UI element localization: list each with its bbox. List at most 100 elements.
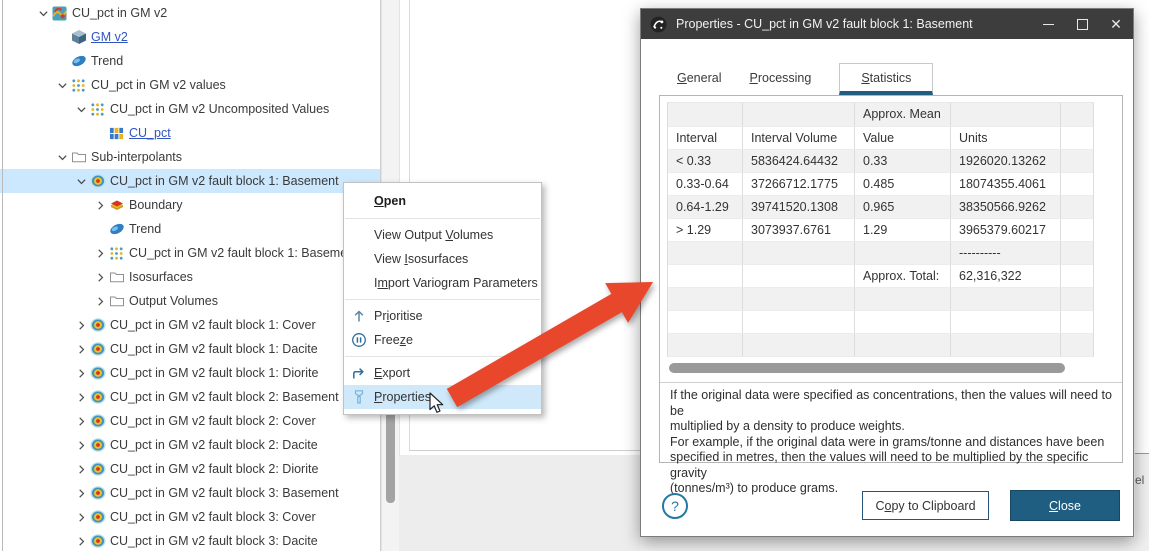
tree-item-trend[interactable]: Trend (0, 49, 381, 73)
tab-statistics[interactable]: Statistics (839, 63, 933, 95)
table-cell: Value (855, 127, 951, 150)
minimize-button[interactable] (1031, 9, 1065, 39)
table-cell: < 0.33 (668, 150, 743, 173)
chevron-collapsed-icon[interactable] (74, 413, 89, 429)
tab-processing[interactable]: Processing (749, 64, 811, 95)
table-cell: 62,316,322 (951, 265, 1061, 288)
tree-item-cu-pct-in-gm-v2-values[interactable]: CU_pct in GM v2 values (0, 73, 381, 97)
tree-item-sub-interpolants[interactable]: Sub-interpolants (0, 145, 381, 169)
tree-item-label: CU_pct in GM v2 fault block 2: Dacite (109, 438, 318, 452)
table-cell: > 1.29 (668, 219, 743, 242)
tree-item-cu-pct-in-gm-v2-fault-block-1-diorite[interactable]: CU_pct in GM v2 fault block 1: Diorite (0, 361, 381, 385)
tree-item-cu-pct-in-gm-v2-fault-block-3-cover[interactable]: CU_pct in GM v2 fault block 3: Cover (0, 505, 381, 529)
mnemonic-underline: o (885, 499, 892, 513)
mnemonic-underline: C (1049, 499, 1058, 513)
table-row (668, 311, 1094, 334)
chevron-collapsed-icon[interactable] (93, 269, 108, 285)
table-cell (743, 334, 855, 357)
statistics-note: If the original data were specified as c… (670, 388, 1118, 497)
chevron-expanded-icon[interactable] (74, 173, 89, 189)
trend-icon (108, 221, 125, 237)
close-button[interactable]: Close (1010, 490, 1120, 521)
menu-item-label: Properties (374, 390, 431, 404)
table-cell: 18074355.4061 (951, 173, 1061, 196)
tree-item-cu-pct-in-gm-v2-fault-block-1-basement[interactable]: CU_pct in GM v2 fault block 1: Basement (0, 169, 381, 193)
menu-item-label: Open (374, 194, 406, 208)
tree-item-cu-pct-in-gm-v2-fault-block-1-baseme[interactable]: CU_pct in GM v2 fault block 1: Baseme (0, 241, 381, 265)
chevron-expanded-icon[interactable] (55, 77, 70, 93)
chevron-collapsed-icon[interactable] (93, 293, 108, 309)
scrollbar-thumb[interactable] (669, 363, 1065, 373)
menu-item-prioritise[interactable]: Prioritise (344, 304, 541, 328)
tree-item-output-volumes[interactable]: Output Volumes (0, 289, 381, 313)
table-cell: 37266712.1775 (743, 173, 855, 196)
tab-general[interactable]: General (677, 64, 721, 95)
table-cell: 0.33-0.64 (668, 173, 743, 196)
tree-item-cu-pct-in-gm-v2-fault-block-3-basement[interactable]: CU_pct in GM v2 fault block 3: Basement (0, 481, 381, 505)
tree-item-cu-pct-in-gm-v2-fault-block-3-dacite[interactable]: CU_pct in GM v2 fault block 3: Dacite (0, 529, 381, 551)
copy-to-clipboard-button[interactable]: Copy to Clipboard (862, 491, 989, 520)
chevron-collapsed-icon[interactable] (74, 341, 89, 357)
tree-item-cu-pct-in-gm-v2-fault-block-1-cover[interactable]: CU_pct in GM v2 fault block 1: Cover (0, 313, 381, 337)
table-cell: 0.33 (855, 150, 951, 173)
bullseye-icon (89, 341, 106, 357)
menu-item-view-output-volumes[interactable]: View Output Volumes (344, 223, 541, 247)
tree-item-cu-pct-in-gm-v2[interactable]: CU_pct in GM v2 (0, 1, 381, 25)
chevron-collapsed-icon[interactable] (74, 533, 89, 549)
table-cell (855, 334, 951, 357)
help-button[interactable]: ? (662, 493, 688, 519)
tree-item-gm-v2[interactable]: GM v2 (0, 25, 381, 49)
bullseye-icon (89, 173, 106, 189)
values-icon (108, 245, 125, 261)
menu-item-freeze[interactable]: Freeze (344, 328, 541, 352)
tree-item-label: Trend (90, 54, 123, 68)
mnemonic-underline: V (445, 228, 453, 242)
chevron-collapsed-icon[interactable] (74, 461, 89, 477)
menu-item-view-isosurfaces[interactable]: View Isosurfaces (344, 247, 541, 271)
table-cell: Interval (668, 127, 743, 150)
background-bottom-strip (640, 537, 1149, 551)
table-horizontal-scrollbar[interactable] (667, 362, 1093, 374)
menu-separator (345, 218, 540, 219)
tree-item-cu-pct-in-gm-v2-fault-block-2-diorite[interactable]: CU_pct in GM v2 fault block 2: Diorite (0, 457, 381, 481)
bullseye-icon (89, 413, 106, 429)
tree-item-isosurfaces[interactable]: Isosurfaces (0, 265, 381, 289)
menu-item-export[interactable]: Export (344, 361, 541, 385)
mnemonic-underline: O (374, 194, 384, 208)
table-row: 0.33-0.6437266712.17750.48518074355.4061 (668, 173, 1094, 196)
chevron-collapsed-icon[interactable] (74, 317, 89, 333)
chevron-expanded-icon[interactable] (74, 101, 89, 117)
maximize-button[interactable] (1065, 9, 1099, 39)
menu-item-label: Freeze (374, 333, 413, 347)
chevron-collapsed-icon[interactable] (74, 365, 89, 381)
menu-item-open[interactable]: Open (344, 188, 541, 214)
background-lower-panel (399, 455, 640, 551)
chevron-collapsed-icon[interactable] (74, 389, 89, 405)
tree-item-cu-pct-in-gm-v2-uncomposited-values[interactable]: CU_pct in GM v2 Uncomposited Values (0, 97, 381, 121)
tree-item-trend[interactable]: Trend (0, 217, 381, 241)
tree-item-cu-pct[interactable]: CU_pct (0, 121, 381, 145)
close-window-button[interactable]: ✕ (1099, 9, 1133, 39)
chevron-expanded-icon[interactable] (36, 5, 51, 21)
table-row: < 0.335836424.644320.331926020.13262 (668, 150, 1094, 173)
dialog-titlebar[interactable]: Properties - CU_pct in GM v2 fault block… (641, 9, 1133, 39)
chevron-collapsed-icon[interactable] (74, 437, 89, 453)
menu-item-label: View Output Volumes (374, 228, 493, 242)
tree-item-label: CU_pct in GM v2 fault block 1: Baseme (128, 246, 347, 260)
table-cell (743, 311, 855, 334)
tree-item-boundary[interactable]: Boundary (0, 193, 381, 217)
scrollbar-thumb[interactable] (386, 400, 395, 503)
tree-item-cu-pct-in-gm-v2-fault-block-2-cover[interactable]: CU_pct in GM v2 fault block 2: Cover (0, 409, 381, 433)
chevron-collapsed-icon[interactable] (74, 485, 89, 501)
table-cell: 1926020.13262 (951, 150, 1061, 173)
tree-item-cu-pct-in-gm-v2-fault-block-2-dacite[interactable]: CU_pct in GM v2 fault block 2: Dacite (0, 433, 381, 457)
tree-item-cu-pct-in-gm-v2-fault-block-2-basement[interactable]: CU_pct in GM v2 fault block 2: Basement (0, 385, 381, 409)
chevron-collapsed-icon[interactable] (93, 197, 108, 213)
menu-item-properties[interactable]: Properties (344, 385, 541, 409)
mnemonic-underline: S (861, 71, 869, 85)
menu-item-import-variogram-parameters[interactable]: Import Variogram Parameters (344, 271, 541, 295)
chevron-expanded-icon[interactable] (55, 149, 70, 165)
chevron-collapsed-icon[interactable] (74, 509, 89, 525)
tree-item-cu-pct-in-gm-v2-fault-block-1-dacite[interactable]: CU_pct in GM v2 fault block 1: Dacite (0, 337, 381, 361)
chevron-collapsed-icon[interactable] (93, 245, 108, 261)
